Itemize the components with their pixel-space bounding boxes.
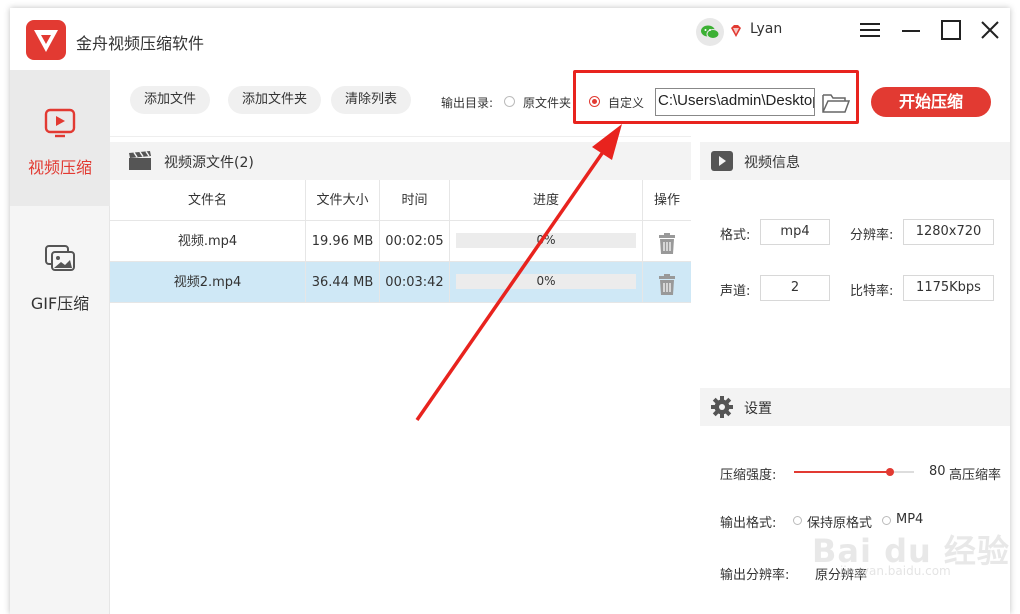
table-header: 文件名 文件大小 时间 进度 操作 [110, 180, 691, 221]
title-bar: 金舟视频压缩软件 Lyan [10, 8, 1010, 70]
start-compress-button[interactable]: 开始压缩 [871, 87, 991, 117]
custom-folder-radio[interactable] [589, 96, 600, 107]
table-row[interactable]: 视频.mp4 19.96 MB 00:02:05 0% [110, 221, 691, 262]
source-files-panel: 视频源文件(2) 文件名 文件大小 时间 进度 操作 视频.mp4 19.96 … [110, 136, 691, 614]
source-files-table: 文件名 文件大小 时间 进度 操作 视频.mp4 19.96 MB 00:02:… [110, 180, 691, 303]
folder-open-icon[interactable] [821, 91, 851, 115]
add-folder-button[interactable]: 添加文件夹 [228, 86, 322, 114]
source-files-header: 视频源文件(2) [110, 142, 691, 180]
action-cell [643, 262, 691, 303]
custom-folder-label[interactable]: 自定义 [608, 94, 644, 111]
compress-strength-value: 80 [929, 464, 946, 479]
file-name: 视频2.mp4 [110, 262, 306, 303]
channels-label: 声道: [720, 284, 751, 299]
action-cell [643, 221, 691, 262]
file-duration: 00:03:42 [380, 262, 450, 303]
sidebar-item-label: 视频压缩 [27, 158, 92, 177]
progress-bar: 0% [456, 233, 636, 248]
settings-header: 设置 [700, 388, 1010, 426]
compress-strength-thumb[interactable] [886, 468, 894, 476]
column-header-size: 文件大小 [306, 180, 380, 221]
sidebar-item-video-compress[interactable]: 视频压缩 [10, 70, 110, 206]
trash-icon[interactable] [657, 231, 677, 254]
column-header-progress: 进度 [450, 180, 643, 221]
progress-cell: 0% [450, 262, 643, 303]
source-files-title: 视频源文件(2) [164, 155, 254, 171]
resolution-label: 分辨率: [850, 228, 894, 243]
video-info-icon [710, 150, 734, 172]
app-window: 金舟视频压缩软件 Lyan 视频压缩 GIF压缩 添加文件 添加文件夹 清除列表… [10, 8, 1010, 614]
compress-strength-label: 压缩强度: [720, 468, 777, 483]
file-name: 视频.mp4 [110, 221, 306, 262]
toolbar: 添加文件 添加文件夹 清除列表 输出目录: 原文件夹 自定义 C:\Users\… [110, 70, 1010, 136]
progress-cell: 0% [450, 221, 643, 262]
trash-icon[interactable] [657, 272, 677, 295]
file-size: 36.44 MB [306, 262, 380, 303]
mp4-format-label[interactable]: MP4 [896, 512, 923, 527]
progress-text: 0% [536, 233, 556, 247]
bitrate-label: 比特率: [850, 284, 894, 299]
user-name[interactable]: Lyan [750, 21, 782, 37]
progress-bar: 0% [456, 274, 636, 289]
column-header-filename: 文件名 [110, 180, 306, 221]
clear-list-button[interactable]: 清除列表 [331, 86, 412, 114]
settings-panel: 设置 压缩强度: 80 高压缩率 输出格式: 保持原格式 MP4 输出分辨率: … [700, 388, 1010, 614]
progress-text: 0% [536, 274, 556, 288]
output-format-label: 输出格式: [720, 516, 777, 531]
channels-value: 2 [760, 275, 830, 301]
settings-title: 设置 [744, 401, 772, 417]
gear-icon [710, 396, 734, 418]
original-folder-radio[interactable] [504, 96, 515, 107]
app-title: 金舟视频压缩软件 [76, 34, 205, 53]
maximize-icon[interactable] [939, 18, 963, 42]
output-resolution-label: 输出分辨率: [720, 568, 790, 583]
wechat-icon[interactable] [696, 18, 724, 46]
close-icon[interactable] [978, 18, 1002, 42]
keep-format-label[interactable]: 保持原格式 [807, 512, 872, 531]
output-dir-label: 输出目录: [441, 96, 494, 110]
compress-strength-suffix: 高压缩率 [949, 468, 1002, 483]
sidebar-item-gif-compress[interactable]: GIF压缩 [10, 206, 110, 342]
column-header-action: 操作 [653, 193, 680, 208]
compress-strength-fill [794, 471, 890, 473]
add-file-button[interactable]: 添加文件 [130, 86, 211, 114]
table-row[interactable]: 视频2.mp4 36.44 MB 00:03:42 0% [110, 262, 691, 303]
file-duration: 00:02:05 [380, 221, 450, 262]
minimize-icon[interactable] [899, 18, 923, 42]
output-path-input[interactable]: C:\Users\admin\Desktop [655, 88, 815, 116]
format-label: 格式: [720, 228, 751, 243]
video-info-header: 视频信息 [700, 142, 1010, 180]
video-info-panel: 视频信息 格式: mp4 分辨率: 1280x720 声道: 2 比特率: 11… [700, 142, 1010, 382]
mp4-format-radio[interactable] [882, 516, 891, 525]
output-resolution-select[interactable]: 原分辨率 [815, 564, 867, 583]
menu-icon[interactable] [858, 18, 882, 42]
bitrate-value: 1175Kbps [903, 275, 994, 301]
file-size: 19.96 MB [306, 221, 380, 262]
video-info-title: 视频信息 [744, 155, 800, 171]
resolution-value: 1280x720 [903, 219, 994, 245]
original-folder-label[interactable]: 原文件夹 [523, 94, 571, 111]
clapperboard-icon [128, 151, 152, 171]
sidebar: 视频压缩 GIF压缩 [10, 70, 110, 614]
column-header-time: 时间 [380, 180, 450, 221]
sidebar-item-label: GIF压缩 [30, 294, 90, 313]
video-play-icon [43, 106, 77, 140]
vip-gem-icon [729, 24, 743, 38]
app-logo-icon [26, 20, 66, 60]
gif-image-icon [43, 242, 77, 276]
keep-format-radio[interactable] [793, 516, 802, 525]
format-value: mp4 [760, 219, 830, 245]
